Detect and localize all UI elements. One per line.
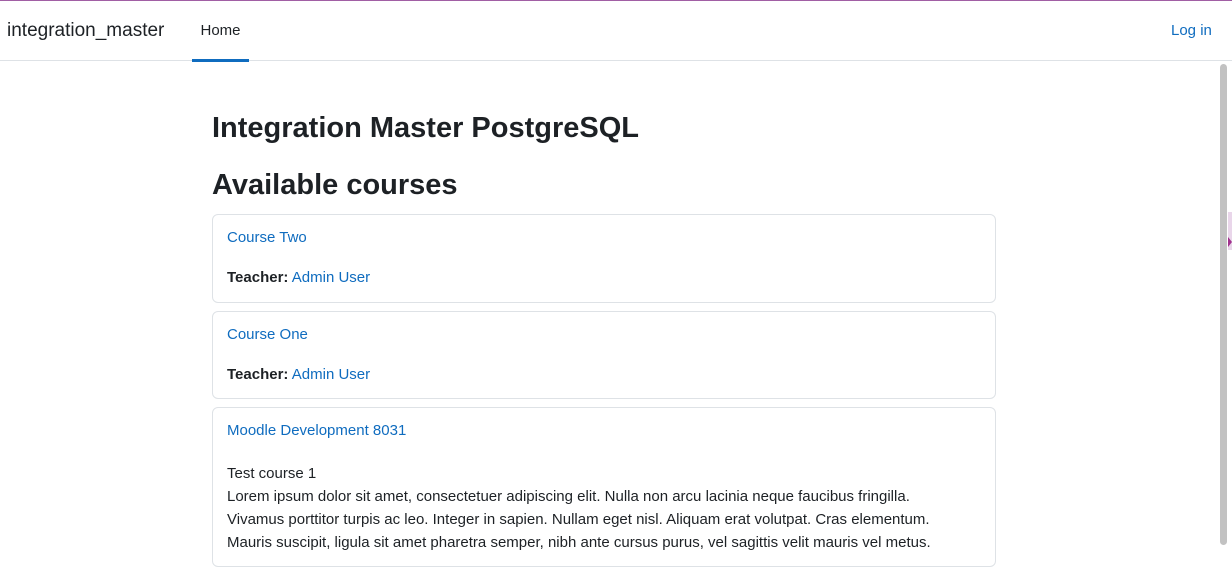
nav-item-home[interactable]: Home [192,1,249,62]
course-card: Moodle Development 8031 Test course 1 Lo… [212,407,996,567]
scrollbar-thumb[interactable] [1220,64,1227,545]
course-teacher: Teacher: Admin User [227,366,370,383]
teacher-label: Teacher: [227,269,289,286]
course-card: Course Two Teacher: Admin User [212,214,996,303]
page-title: Integration Master PostgreSQL [212,112,640,144]
section-title: Available courses [212,169,458,201]
course-summary: Test course 1 Lorem ipsum dolor sit amet… [227,462,977,554]
course-link[interactable]: Moodle Development 8031 [227,422,406,439]
drawer-toggle-arrow-icon [1228,237,1232,247]
course-teacher: Teacher: Admin User [227,269,370,286]
active-tab-indicator [192,59,249,62]
login-link[interactable]: Log in [1171,22,1212,39]
teacher-label: Teacher: [227,366,289,383]
course-card: Course One Teacher: Admin User [212,311,996,399]
summary-line: Lorem ipsum dolor sit amet, consectetuer… [227,488,910,505]
summary-line: Test course 1 [227,465,317,482]
summary-line: Vivamus porttitor turpis ac leo. Integer… [227,511,930,528]
nav-item-home-label: Home [200,22,241,39]
course-link[interactable]: Course Two [227,229,307,246]
top-navbar: integration_master Home Log in [0,1,1232,62]
teacher-link[interactable]: Admin User [292,269,370,286]
site-name[interactable]: integration_master [7,20,164,42]
teacher-link[interactable]: Admin User [292,366,370,383]
course-link[interactable]: Course One [227,326,308,343]
